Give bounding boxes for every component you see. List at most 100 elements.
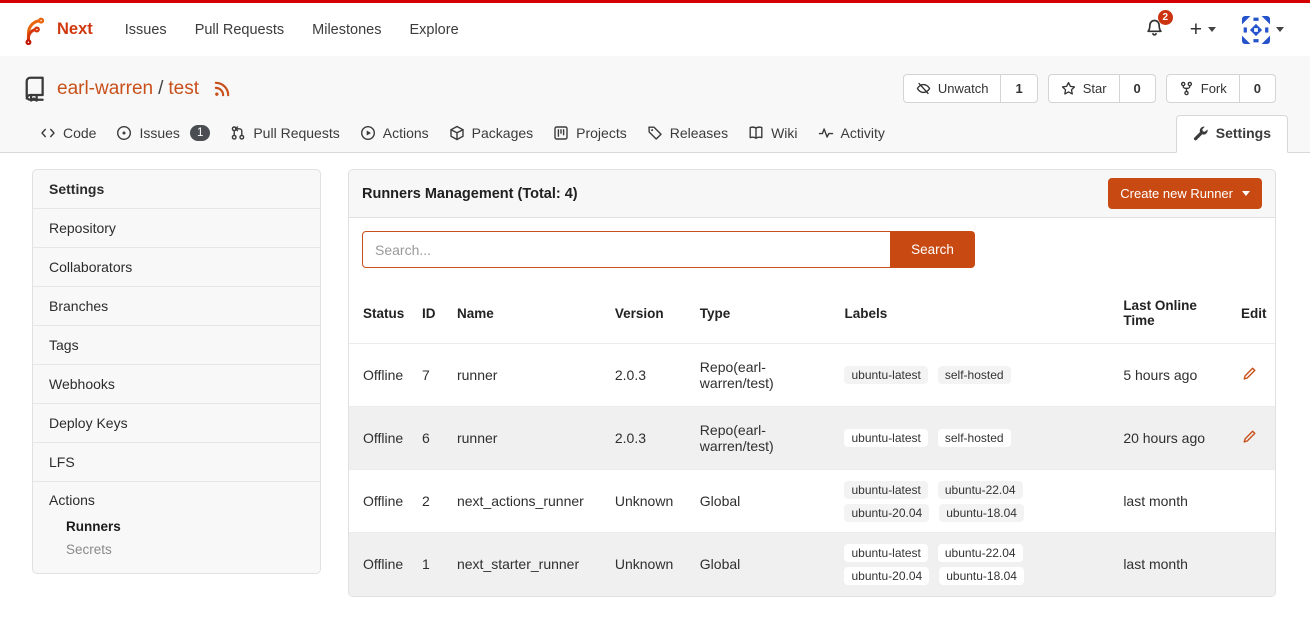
notifications-button[interactable]: 2: [1145, 18, 1164, 42]
tab-projects[interactable]: Projects: [543, 116, 637, 152]
runner-status: Offline: [349, 407, 414, 470]
repo-owner-link[interactable]: earl-warren: [57, 78, 153, 100]
settings-sidebar: Settings RepositoryCollaboratorsBranches…: [32, 169, 321, 574]
identicon-avatar: [1242, 16, 1270, 44]
repo-name-link[interactable]: test: [168, 78, 199, 100]
forgejo-runners-settings-page: Next IssuesPull RequestsMilestonesExplor…: [0, 0, 1310, 644]
search-input[interactable]: [362, 231, 891, 268]
user-menu-button[interactable]: [1242, 16, 1284, 44]
runner-type: Repo(earl-warren/test): [692, 407, 837, 470]
column-header-labels: Labels: [836, 283, 1115, 344]
table-row: Offline1next_starter_runnerUnknownGlobal…: [349, 533, 1275, 596]
sidebar-item-deploy-keys[interactable]: Deploy Keys: [33, 403, 320, 442]
runner-labels-cell: ubuntu-latestubuntu-22.04ubuntu-20.04ubu…: [836, 470, 1115, 533]
star-button-group: Star0: [1048, 74, 1156, 103]
runner-type: Global: [692, 533, 837, 596]
fork-button[interactable]: Fork: [1167, 75, 1239, 102]
tab-projects-label: Projects: [576, 125, 627, 141]
tab-releases[interactable]: Releases: [637, 116, 738, 152]
runner-version: Unknown: [607, 533, 692, 596]
tab-issues[interactable]: Issues 1: [106, 116, 220, 152]
top-navbar: Next IssuesPull RequestsMilestonesExplor…: [0, 3, 1310, 56]
create-menu-button[interactable]: +: [1190, 19, 1216, 40]
nav-item-issues[interactable]: Issues: [111, 22, 181, 38]
unwatch-button-group: Unwatch1: [903, 74, 1038, 103]
sidebar-item-runners[interactable]: Runners: [49, 515, 304, 538]
star-button[interactable]: Star: [1049, 75, 1119, 102]
column-header-name: Name: [449, 283, 607, 344]
runner-status: Offline: [349, 470, 414, 533]
runner-version: 2.0.3: [607, 407, 692, 470]
runner-labels: ubuntu-latestself-hosted: [844, 429, 1059, 447]
repo-tab-bar: Code Issues 1 Pull RequestsActionsPackages P…: [0, 107, 1310, 153]
sidebar-item-repository[interactable]: Repository: [33, 208, 320, 247]
repo-book-icon: [22, 76, 48, 102]
create-new-runner-button[interactable]: Create new Runner: [1108, 178, 1262, 209]
fork-count[interactable]: 0: [1239, 75, 1275, 102]
chevron-down-icon: [1208, 27, 1216, 32]
tab-issues-label: Issues: [139, 125, 179, 141]
label-chip: ubuntu-20.04: [844, 567, 929, 585]
runner-status: Offline: [349, 344, 414, 407]
tab-code[interactable]: Code: [30, 116, 106, 152]
chevron-down-icon: [1276, 27, 1284, 32]
search-button[interactable]: Search: [890, 231, 975, 268]
tab-issues-count-badge: 1: [190, 125, 210, 141]
runner-labels: ubuntu-latestubuntu-22.04ubuntu-20.04ubu…: [844, 481, 1059, 522]
navbar-links: IssuesPull RequestsMilestonesExplore: [111, 22, 473, 38]
brand-label: Next: [57, 20, 93, 39]
tab-pull-requests[interactable]: Pull Requests: [220, 116, 349, 152]
table-row: Offline2next_actions_runnerUnknownGlobal…: [349, 470, 1275, 533]
tab-actions[interactable]: Actions: [350, 116, 439, 152]
tag-icon: [647, 125, 663, 141]
package-icon: [449, 125, 465, 141]
tab-wiki[interactable]: Wiki: [738, 116, 807, 152]
edit-runner-button[interactable]: [1241, 366, 1257, 382]
label-chip: ubuntu-18.04: [939, 504, 1024, 522]
book-icon: [748, 125, 764, 141]
runner-last-online: last month: [1115, 533, 1233, 596]
column-header-version: Version: [607, 283, 692, 344]
runner-name: next_starter_runner: [449, 533, 607, 596]
table-row: Offline6runner2.0.3Repo(earl-warren/test…: [349, 407, 1275, 470]
column-header-type: Type: [692, 283, 837, 344]
runner-labels: ubuntu-latestself-hosted: [844, 366, 1059, 384]
tab-settings[interactable]: Settings: [1176, 115, 1288, 153]
sidebar-item-webhooks[interactable]: Webhooks: [33, 364, 320, 403]
runner-labels-cell: ubuntu-latestself-hosted: [836, 344, 1115, 407]
unwatch-count[interactable]: 1: [1000, 75, 1036, 102]
panel-header: Runners Management (Total: 4) Create new…: [349, 170, 1275, 218]
breadcrumb-separator: /: [158, 78, 163, 100]
runner-id: 2: [414, 470, 449, 533]
sidebar-item-branches[interactable]: Branches: [33, 286, 320, 325]
sidebar-item-lfs[interactable]: LFS: [33, 442, 320, 481]
sidebar-item-actions[interactable]: Actions: [49, 492, 304, 508]
label-chip: ubuntu-latest: [844, 481, 927, 499]
sidebar-item-secrets[interactable]: Secrets: [49, 538, 304, 561]
home-logo-link[interactable]: Next: [20, 15, 93, 45]
tab-packages[interactable]: Packages: [439, 116, 543, 152]
runner-last-online: 5 hours ago: [1115, 344, 1233, 407]
content-area: Settings RepositoryCollaboratorsBranches…: [0, 153, 1310, 597]
rss-feed-button[interactable]: [213, 80, 231, 98]
runners-table: StatusIDNameVersionTypeLabelsLast Online…: [349, 283, 1275, 596]
sidebar-item-collaborators[interactable]: Collaborators: [33, 247, 320, 286]
fork-label: Fork: [1201, 81, 1227, 96]
sidebar-item-tags[interactable]: Tags: [33, 325, 320, 364]
nav-item-pull-requests[interactable]: Pull Requests: [181, 22, 298, 38]
repo-breadcrumb: earl-warren / test: [57, 78, 199, 100]
runner-status: Offline: [349, 533, 414, 596]
tab-activity[interactable]: Activity: [808, 116, 895, 152]
nav-item-milestones[interactable]: Milestones: [298, 22, 395, 38]
runner-last-online: 20 hours ago: [1115, 407, 1233, 470]
issue-opened-icon: [116, 125, 132, 141]
star-count[interactable]: 0: [1119, 75, 1155, 102]
sidebar-group-actions: Actions RunnersSecrets: [33, 481, 320, 573]
label-chip: self-hosted: [938, 366, 1011, 384]
unwatch-button[interactable]: Unwatch: [904, 75, 1001, 102]
nav-item-explore[interactable]: Explore: [395, 22, 472, 38]
forgejo-logo-icon: [20, 15, 50, 45]
runner-edit-cell: [1233, 407, 1275, 470]
runner-labels: ubuntu-latestubuntu-22.04ubuntu-20.04ubu…: [844, 544, 1059, 585]
edit-runner-button[interactable]: [1241, 429, 1257, 445]
